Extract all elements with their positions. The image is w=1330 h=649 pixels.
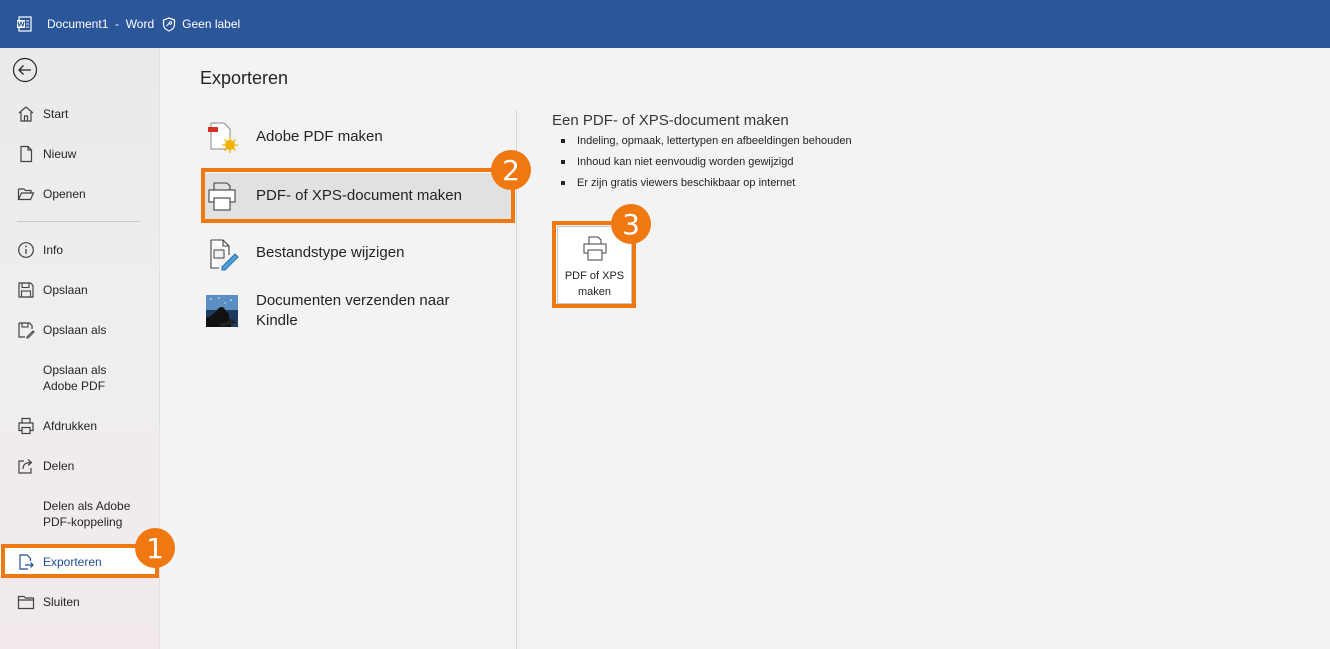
sidebar-item-label: Sluiten [43,595,80,609]
detail-bullet-list: Indeling, opmaak, lettertypen en afbeeld… [561,134,852,197]
detail-bullet: Inhoud kan niet eenvoudig worden gewijzi… [561,155,852,176]
sidebar-item-label: Start [43,107,69,121]
save-as-icon [18,322,35,339]
change-file-type-icon [210,239,239,271]
sidebar-item-afdrukken[interactable]: Afdrukken [0,416,158,436]
close-folder-icon [17,595,35,610]
share-icon [18,459,33,474]
sidebar-item-label: Afdrukken [43,419,98,433]
sidebar-item-label: Info [43,243,64,257]
home-icon [18,106,34,122]
sidebar-item-label: Openen [43,187,86,201]
sidebar-item-opslaan[interactable]: Opslaan [0,280,158,300]
callout-badge-2: 2 [491,150,531,190]
detail-bullet: Er zijn gratis viewers beschikbaar op in… [561,176,852,197]
sidebar-item-label: Nieuw [43,147,77,161]
export-option-label: Bestandstype wijzigen [256,244,405,261]
page-title: Exporteren [200,68,289,88]
sidebar-item-openen[interactable]: Openen [0,184,158,204]
detail-bullet: Indeling, opmaak, lettertypen en afbeeld… [561,134,852,155]
export-option-change-file-type[interactable]: Bestandstype wijzigen [205,233,511,273]
sidebar-divider [17,221,140,222]
print-icon [18,417,34,435]
callout-badge-1: 1 [135,528,175,568]
sidebar-item-opslaan-als-adobe-pdf[interactable]: Opslaan als Adobe PDF [0,360,158,396]
column-separator [516,110,517,649]
document-title: Document1 - Word [47,17,155,31]
callout-highlight-pdf-xps [201,168,515,223]
word-icon: W [17,16,32,32]
new-document-icon [20,145,33,163]
sensitivity-label-icon[interactable] [162,16,176,32]
kindle-icon [206,295,238,327]
sensitivity-label[interactable]: Geen label [182,17,240,31]
sidebar-item-label: Opslaan [43,283,88,297]
sidebar-item-nieuw[interactable]: Nieuw [0,144,158,164]
sidebar-item-delen-als-adobe-pdf-koppeling[interactable]: Delen als Adobe PDF-koppeling [0,496,158,532]
sidebar-item-label: Opslaan als [43,323,107,337]
sidebar-item-delen[interactable]: Delen [0,456,158,476]
adobe-pdf-icon [208,122,238,153]
export-option-label: Documenten verzenden naar Kindle [256,292,450,329]
detail-title: Een PDF- of XPS-document maken [552,112,789,129]
export-option-label: Adobe PDF maken [256,128,383,145]
save-icon [18,282,34,298]
sidebar-item-label: Opslaan als Adobe PDF [43,363,107,393]
export-option-adobe-pdf[interactable]: Adobe PDF maken [205,118,511,156]
sidebar-item-label: Delen [43,459,75,473]
callout-badge-3: 3 [611,204,651,244]
back-arrow-icon[interactable] [12,57,38,83]
svg-text:W: W [17,21,25,29]
sidebar-item-label: Delen als Adobe PDF-koppeling [43,499,131,529]
sidebar-item-opslaan-als[interactable]: Opslaan als [0,320,158,340]
sidebar-item-sluiten[interactable]: Sluiten [0,592,158,612]
export-option-send-to-kindle[interactable]: Documenten verzenden naar Kindle [205,290,511,334]
title-bar: W Document1 - Word Geen label [0,0,1330,48]
sidebar-item-info[interactable]: Info [0,240,158,260]
folder-open-icon [17,188,35,201]
sidebar-item-start[interactable]: Start [0,104,158,124]
info-icon [18,242,34,258]
